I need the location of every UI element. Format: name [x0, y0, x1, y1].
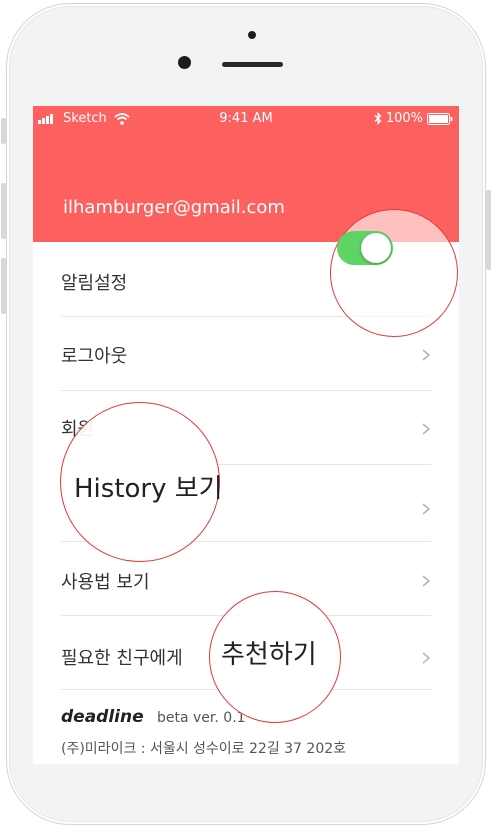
bluetooth-icon — [374, 112, 382, 125]
battery-percent: 100% — [385, 111, 423, 126]
volume-down-button — [1, 258, 6, 314]
status-bar: Sketch 9:41 AM 100% — [33, 111, 459, 129]
logout-label: 로그아웃 — [61, 346, 128, 367]
usage-guide-label: 사용법 보기 — [61, 572, 150, 593]
app-screen: Sketch 9:41 AM 100% ilhamburger@gmail.co… — [33, 106, 459, 764]
notification-settings-label: 알림설정 — [61, 273, 128, 294]
notification-toggle[interactable] — [337, 231, 393, 265]
recommend-zoom-label[interactable]: 추천하기 — [221, 634, 317, 671]
brand-logo: deadline — [61, 707, 144, 727]
chevron-right-icon — [422, 652, 431, 664]
sensor-dot — [248, 31, 256, 39]
mute-switch — [1, 118, 6, 144]
battery-icon — [427, 112, 453, 125]
toggle-highlight-circle — [330, 209, 458, 337]
toggle-knob — [361, 233, 391, 263]
company-address: (주)미라이크 : 서울시 성수이로 22길 37 202호 — [61, 741, 347, 757]
chevron-right-icon — [422, 503, 431, 515]
user-email: ilhamburger@gmail.com — [63, 197, 285, 218]
version-label: beta ver. 0.1 — [157, 710, 246, 726]
power-button — [486, 190, 491, 270]
speaker-grille — [222, 62, 283, 67]
chevron-right-icon — [422, 575, 431, 587]
volume-up-button — [1, 183, 6, 239]
recommend-label: 필요한 친구에게 — [61, 648, 183, 669]
camera-icon — [178, 56, 191, 69]
history-zoom-label[interactable]: History 보기 — [74, 468, 223, 505]
chevron-right-icon — [422, 349, 431, 361]
chevron-right-icon — [422, 423, 431, 435]
